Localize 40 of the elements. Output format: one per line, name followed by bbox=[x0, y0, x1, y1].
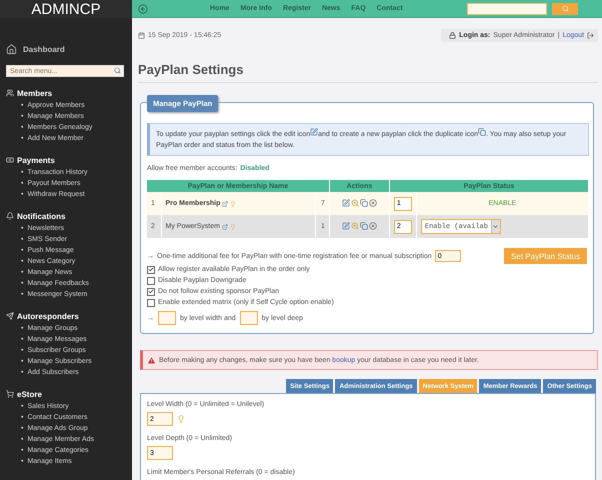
duplicate-icon bbox=[478, 128, 486, 136]
edit-icon[interactable] bbox=[342, 222, 350, 230]
search-icon bbox=[114, 67, 121, 74]
page-title: PayPlan Settings bbox=[138, 62, 598, 83]
section-title: eStore bbox=[17, 390, 42, 398]
calendar-icon bbox=[138, 32, 145, 38]
magnifier-icon[interactable] bbox=[350, 198, 359, 206]
lock-icon bbox=[449, 32, 456, 38]
checkbox[interactable] bbox=[147, 276, 155, 284]
delete-icon[interactable] bbox=[368, 198, 377, 206]
edit-icon bbox=[310, 128, 318, 136]
home-icon bbox=[6, 44, 17, 55]
section-title: Notifications bbox=[17, 212, 66, 220]
delete-icon[interactable] bbox=[368, 222, 377, 230]
dashboard-link[interactable]: Dashboard bbox=[23, 45, 65, 54]
duplicate-icon[interactable] bbox=[360, 198, 368, 206]
section-icon bbox=[6, 89, 14, 97]
checkbox[interactable] bbox=[147, 288, 155, 296]
section-icon bbox=[6, 390, 14, 398]
search-field[interactable] bbox=[467, 2, 547, 14]
duplicate-icon[interactable] bbox=[360, 222, 368, 230]
brand-title: ADMINCP bbox=[0, 0, 132, 18]
search-icon bbox=[562, 5, 568, 12]
caret-icon bbox=[492, 223, 500, 230]
section-icon bbox=[6, 156, 14, 164]
section-icon bbox=[6, 312, 14, 320]
edit-icon[interactable] bbox=[342, 198, 350, 206]
section-icon bbox=[6, 212, 14, 220]
back-icon[interactable] bbox=[138, 4, 148, 14]
section-title: Payments bbox=[17, 156, 55, 164]
logout-icon bbox=[587, 32, 594, 38]
section-title: Autoresponders bbox=[17, 312, 79, 320]
depth-input[interactable] bbox=[240, 311, 258, 325]
external-link-icon[interactable] bbox=[222, 224, 228, 230]
section-title: Members bbox=[17, 88, 52, 98]
external-link-icon[interactable] bbox=[222, 200, 228, 206]
checkbox[interactable] bbox=[147, 298, 155, 306]
width-input[interactable] bbox=[158, 311, 176, 325]
checkbox[interactable] bbox=[147, 266, 155, 274]
warning-icon bbox=[147, 356, 156, 364]
